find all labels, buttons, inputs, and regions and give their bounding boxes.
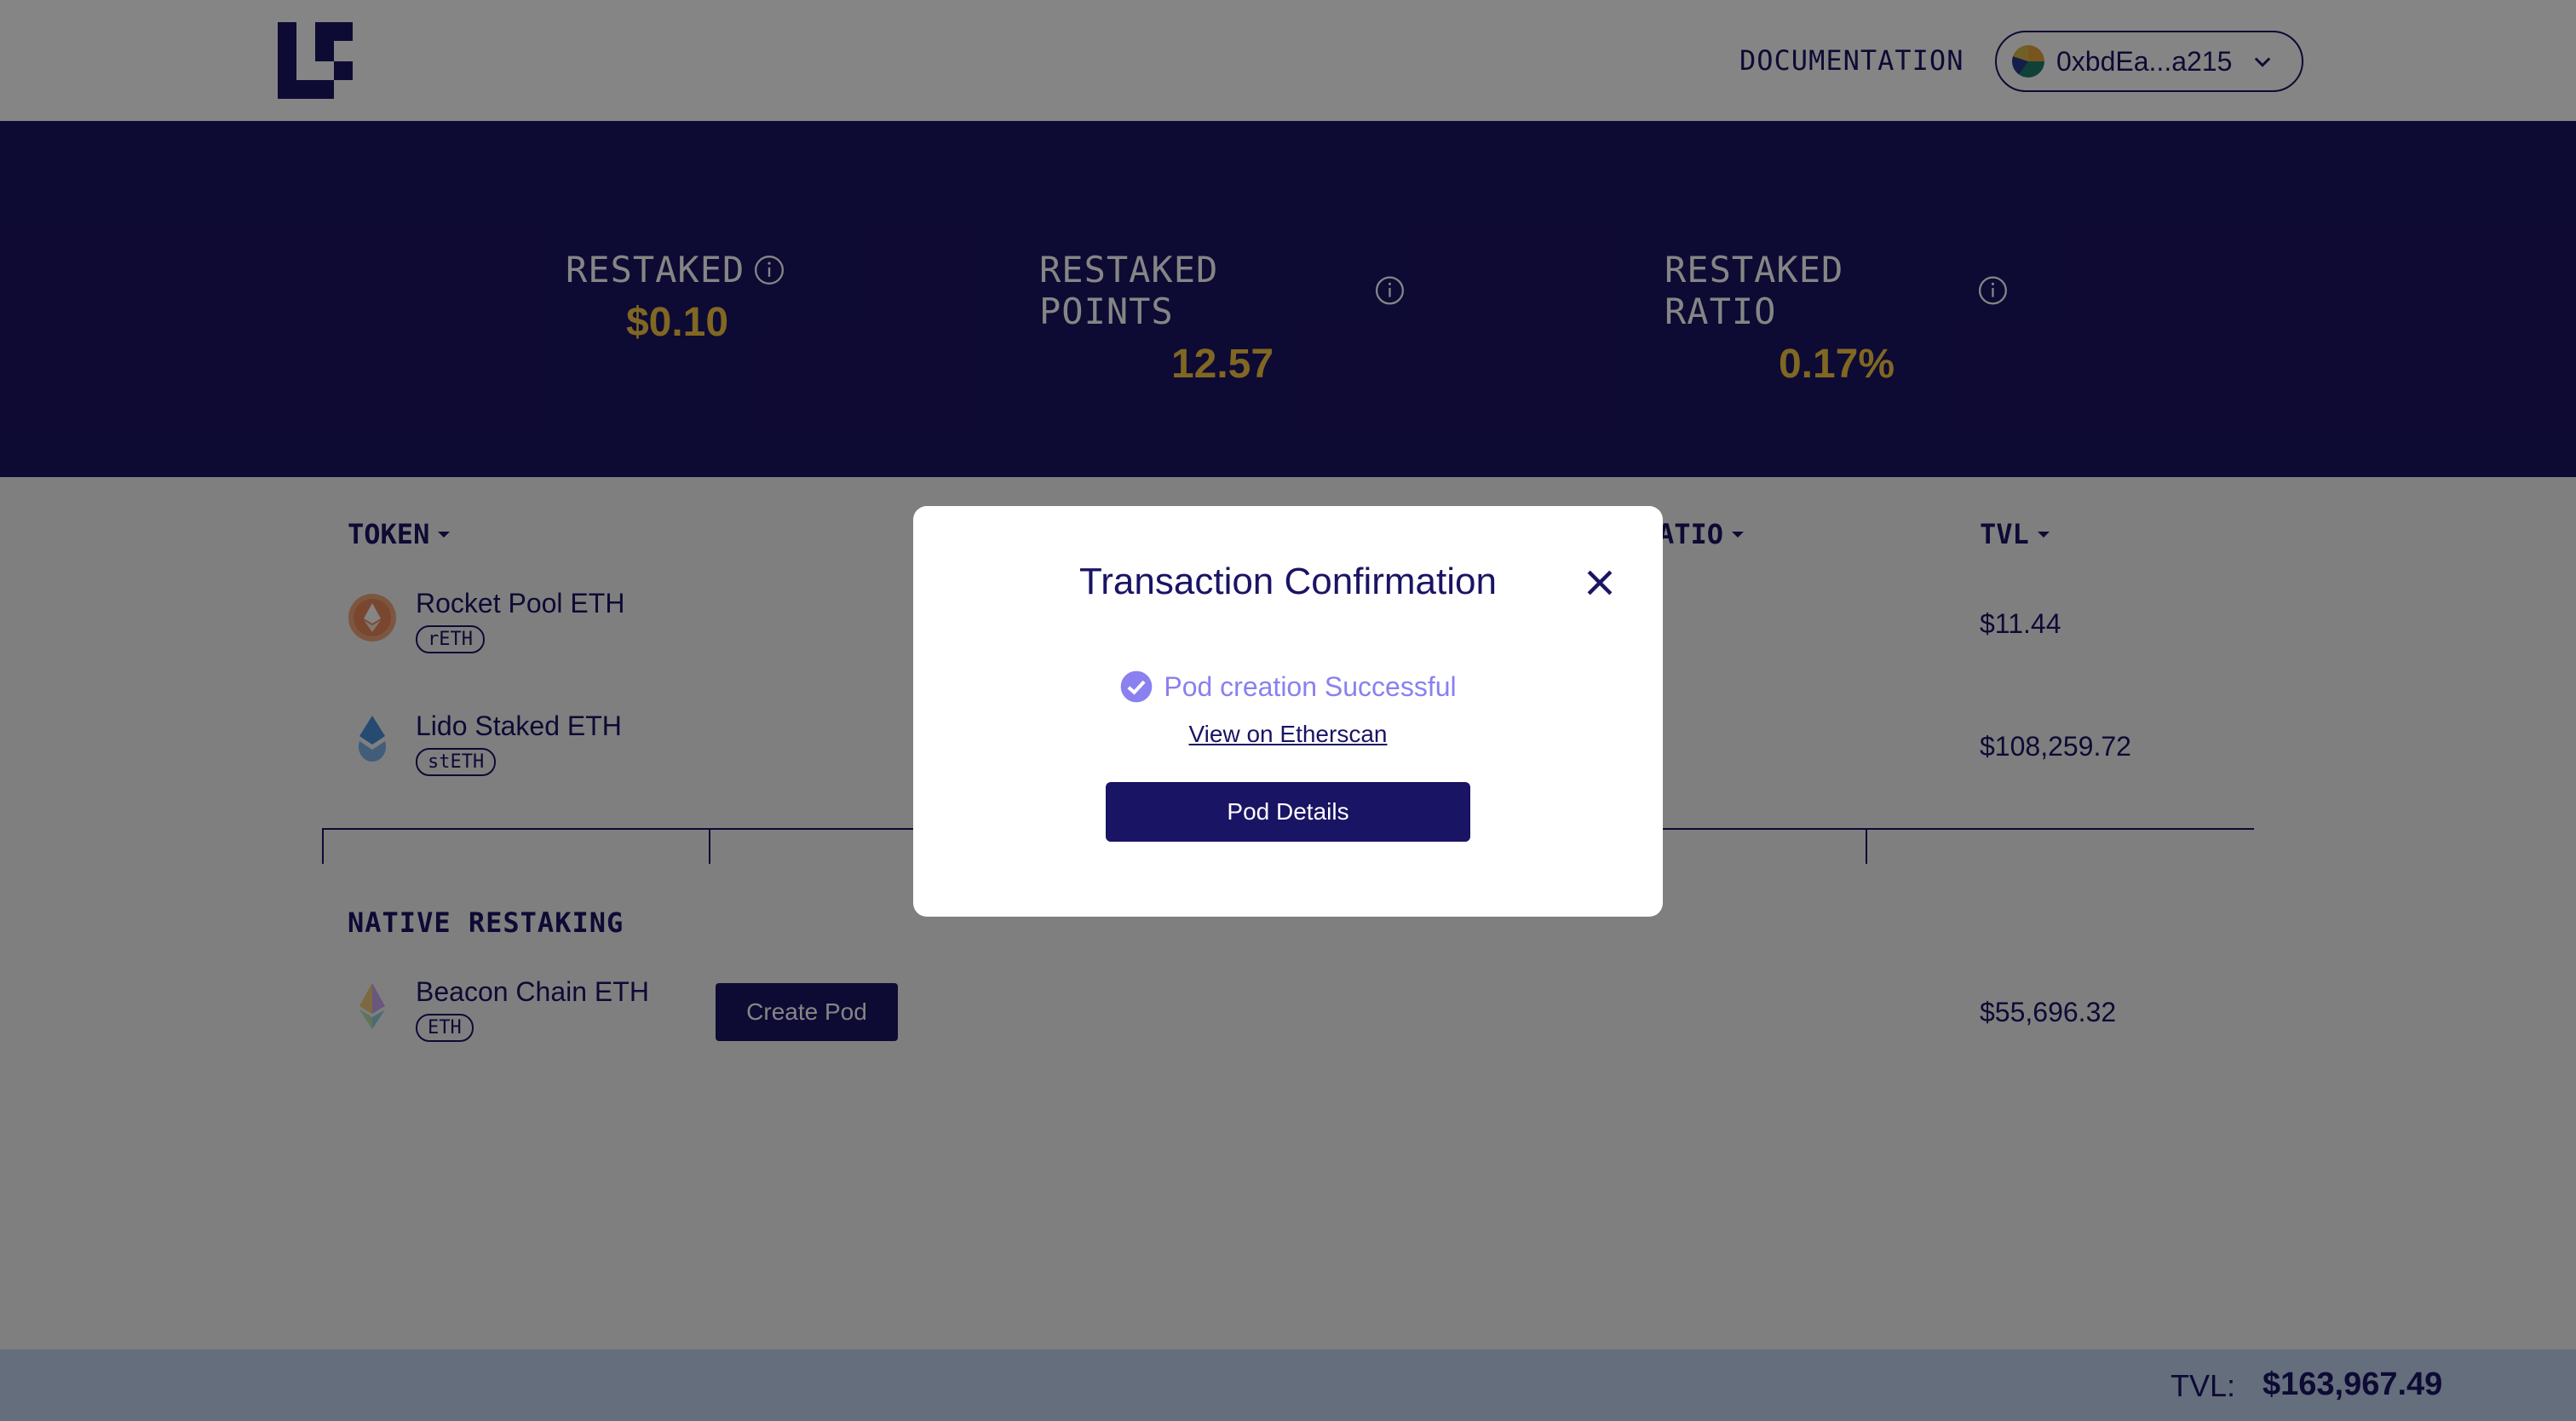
success-text: Pod creation Successful [1164, 670, 1457, 702]
close-icon[interactable] [1581, 564, 1619, 601]
view-on-etherscan-link[interactable]: View on Etherscan [913, 721, 1663, 748]
pod-details-button[interactable]: Pod Details [1106, 782, 1470, 842]
success-message: Pod creation Successful [913, 670, 1663, 704]
modal-title: Transaction Confirmation [1079, 561, 1497, 602]
transaction-confirmation-modal: Transaction Confirmation Pod creation Su… [913, 506, 1663, 917]
check-circle-icon [1121, 670, 1153, 703]
